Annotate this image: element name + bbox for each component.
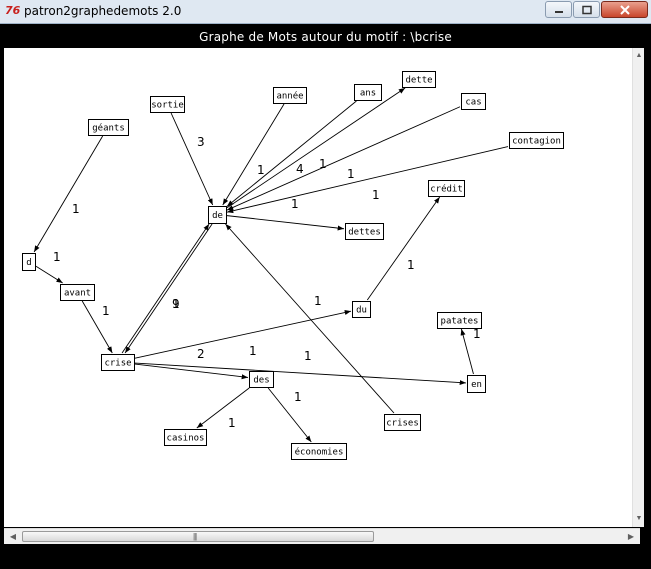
edge-de-to-crise	[124, 223, 213, 354]
node-crises[interactable]: crises	[384, 414, 421, 431]
node-geants[interactable]: géants	[88, 119, 129, 136]
node-d[interactable]: d	[22, 253, 36, 271]
nodes-layer: sortie année ans dette cas contagion géants cré…	[22, 71, 564, 460]
node-label: sortie	[151, 101, 184, 111]
node-dette[interactable]: dette	[402, 71, 436, 88]
edge-label: 1	[257, 163, 265, 177]
horizontal-scrollbar[interactable]: ◀ ||| ▶	[4, 528, 640, 544]
graph-canvas[interactable]: 31411111119111211111 sortie année ans dette…	[4, 48, 644, 527]
window-footer	[0, 546, 651, 569]
node-label: année	[276, 91, 303, 102]
node-label: économies	[295, 447, 344, 458]
edge-label: 4	[296, 162, 304, 176]
diagram-header: Graphe de Mots autour du motif : \bcrise	[0, 24, 651, 48]
vertical-scrollbar[interactable]: ▲ ▼	[632, 48, 644, 527]
edge-label: 1	[347, 167, 355, 181]
edge-label: 1	[228, 416, 236, 430]
edge-label: 2	[197, 347, 205, 361]
node-label: géants	[92, 123, 125, 134]
node-casinos[interactable]: casinos	[164, 429, 207, 446]
edge-sortie-to-de	[170, 112, 214, 206]
minimize-icon	[554, 10, 563, 13]
node-label: de	[212, 211, 223, 221]
word-graph[interactable]: 31 4 1111111 91 112 11111 sortieannée ansdette…	[4, 48, 628, 527]
node-label: d	[26, 258, 31, 268]
edge-label: 1	[294, 390, 302, 404]
grip-icon: |||	[193, 532, 197, 541]
edge-label: 1	[319, 157, 327, 171]
node-label: crises	[386, 419, 419, 429]
app-logo-icon: 76	[5, 4, 21, 17]
node-economies[interactable]: économies	[291, 443, 347, 460]
scroll-right-arrow-icon[interactable]: ▶	[624, 529, 638, 545]
edge-label: 3	[197, 135, 205, 149]
node-crise[interactable]: crise	[101, 354, 135, 371]
edge-label: 1	[314, 294, 322, 308]
edge-en-to-patates	[460, 328, 474, 375]
node-label: ans	[360, 89, 376, 99]
node-label: dette	[405, 76, 432, 86]
node-label: contagion	[512, 137, 561, 147]
node-dettes[interactable]: dettes	[345, 223, 384, 240]
node-label: des	[253, 376, 269, 386]
edge-crise-to-en	[134, 362, 467, 386]
edge-geants-to-d	[33, 135, 104, 253]
scroll-up-arrow-icon[interactable]: ▲	[633, 50, 645, 62]
node-de[interactable]: de	[208, 206, 227, 224]
edge-des-to-economies	[267, 387, 312, 443]
edge-des-to-casinos	[196, 387, 250, 429]
edge-label: 1	[53, 250, 61, 264]
close-icon	[619, 4, 630, 15]
edge-cas-to-de	[226, 106, 461, 211]
node-label: crise	[104, 359, 131, 369]
edge-label: 1	[249, 344, 257, 358]
node-label: patates	[441, 317, 479, 327]
title-bar[interactable]: 76 patron2graphedemots 2.0	[0, 0, 651, 24]
node-label: cas	[465, 98, 481, 108]
edge-label: 1	[304, 349, 312, 363]
edge-du-to-credit	[366, 196, 441, 301]
edge-label: 1	[372, 188, 380, 202]
edge-de-to-dettes	[226, 215, 345, 231]
edge-label: 1	[72, 202, 80, 216]
node-patates[interactable]: patates	[437, 312, 482, 329]
node-du[interactable]: du	[352, 301, 371, 318]
edge-label: 1	[102, 304, 110, 318]
scroll-left-arrow-icon[interactable]: ◀	[6, 529, 20, 545]
node-label: avant	[64, 289, 91, 299]
maximize-button[interactable]	[573, 1, 600, 18]
node-sortie[interactable]: sortie	[150, 96, 185, 113]
node-ans[interactable]: ans	[354, 84, 382, 101]
node-avant[interactable]: avant	[60, 284, 95, 301]
minimize-button[interactable]	[545, 1, 572, 18]
edge-ans-to-de	[226, 100, 357, 207]
edge-label: 1	[473, 327, 481, 341]
edge-d-to-avant	[35, 265, 63, 284]
node-label: dettes	[348, 228, 381, 238]
edge-crise-to-de	[121, 223, 210, 354]
node-label: en	[471, 380, 482, 390]
node-annee[interactable]: année	[273, 87, 307, 104]
edge-label: 1	[291, 197, 299, 211]
node-cas[interactable]: cas	[461, 93, 486, 110]
node-contagion[interactable]: contagion	[509, 132, 564, 149]
node-label: casinos	[167, 434, 205, 444]
horizontal-scroll-thumb[interactable]: |||	[22, 531, 374, 542]
edges-layer	[33, 87, 509, 443]
edge-label: 1	[407, 258, 415, 272]
scroll-down-arrow-icon[interactable]: ▼	[633, 513, 645, 525]
node-label: du	[356, 306, 367, 316]
close-button[interactable]	[601, 1, 648, 18]
window-title: patron2graphedemots 2.0	[24, 4, 182, 18]
maximize-icon	[581, 5, 592, 14]
edge-crise-to-du	[134, 310, 352, 359]
node-credit[interactable]: crédit	[428, 180, 465, 197]
node-label: crédit	[430, 184, 463, 195]
diagram-title: Graphe de Mots autour du motif : \bcrise	[199, 30, 452, 44]
edge-label: 1	[172, 297, 180, 311]
node-des[interactable]: des	[249, 371, 274, 388]
node-en[interactable]: en	[467, 375, 486, 393]
